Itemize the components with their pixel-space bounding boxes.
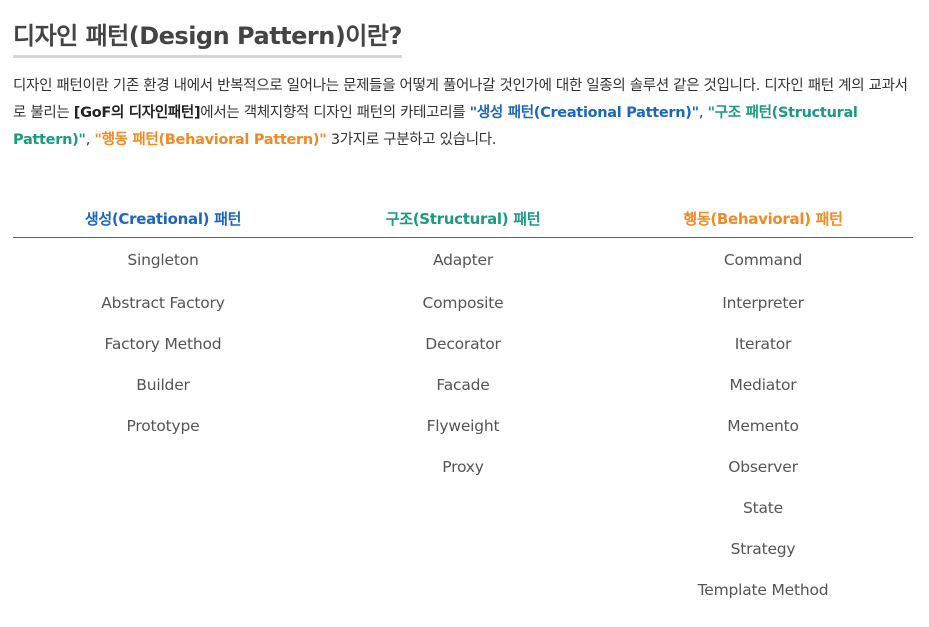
behavioral-pattern-highlight: "행동 패턴(Behavioral Pattern)" [94,132,327,148]
structural-cell: Facade [436,375,490,394]
table-row: Template Method [13,569,913,610]
page-title: 디자인 패턴(Design Pattern)이란? [13,16,402,58]
behavioral-cell: Observer [728,457,798,476]
structural-cell [313,528,613,569]
table-row: Singleton Adapter Command [13,238,913,283]
creational-cell: Abstract Factory [101,293,225,312]
table-row: Prototype Flyweight Memento [13,405,913,446]
creational-cell [13,446,313,487]
header-creational: 생성(Creational) 패턴 [13,200,313,238]
behavioral-cell: Memento [727,416,799,435]
behavioral-cell: Iterator [734,334,792,353]
gof-book-reference: [GoF의 디자인패턴] [73,105,201,121]
heading-wrap: 디자인 패턴(Design Pattern)이란? [13,16,402,58]
behavioral-cell: Command [723,251,803,269]
table-row: Builder Facade Mediator [13,364,913,405]
creational-cell: Factory Method [104,334,222,353]
structural-cell [313,569,613,610]
header-behavioral: 행동(Behavioral) 패턴 [613,200,913,238]
structural-cell: Decorator [425,334,501,353]
creational-cell: Singleton [127,251,199,269]
table-row: Factory Method Decorator Iterator [13,323,913,364]
structural-cell: Proxy [442,457,484,476]
behavioral-cell: Strategy [730,539,796,558]
behavioral-cell: Mediator [729,375,797,394]
pattern-table: 생성(Creational) 패턴 구조(Structural) 패턴 행동(B… [13,200,913,610]
table-header-row: 생성(Creational) 패턴 구조(Structural) 패턴 행동(B… [13,200,913,238]
structural-cell: Adapter [432,251,494,269]
creational-cell [13,569,313,610]
header-structural: 구조(Structural) 패턴 [313,200,613,238]
table-row: State [13,487,913,528]
behavioral-cell: Interpreter [722,293,804,312]
intro-text-2: 에서는 객체지향적 디자인 패턴의 카테고리를 [200,105,470,121]
intro-separator-1: , [698,105,708,121]
table-row: Strategy [13,528,913,569]
behavioral-cell: State [742,498,784,517]
creational-cell: Prototype [126,416,200,435]
table-row: Proxy Observer [13,446,913,487]
creational-pattern-highlight: "생성 패턴(Creational Pattern)" [469,105,700,121]
table-row: Abstract Factory Composite Interpreter [13,282,913,323]
creational-cell: Builder [136,375,190,394]
structural-cell [313,487,613,528]
structural-cell: Composite [422,293,504,312]
behavioral-cell: Template Method [697,580,829,599]
structural-cell: Flyweight [426,416,500,435]
creational-cell [13,528,313,569]
intro-text-3: 3가지로 구분하고 있습니다. [326,132,497,148]
intro-paragraph: 디자인 패턴이란 기존 환경 내에서 반복적으로 일어나는 문제들을 어떻게 풀… [13,73,913,154]
creational-cell [13,487,313,528]
